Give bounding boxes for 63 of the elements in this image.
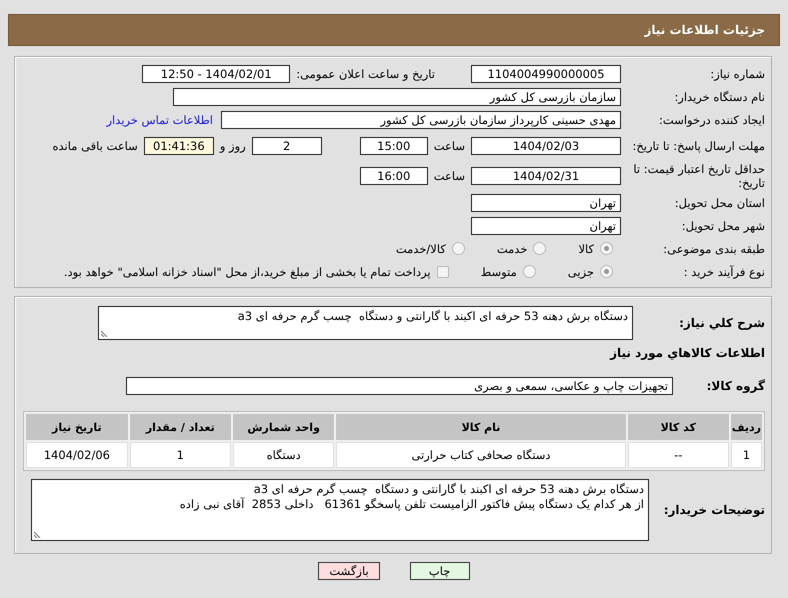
radio-label: کالا (578, 242, 594, 256)
field-label: نوع فرآیند خرید : (682, 264, 765, 278)
column-header: تعداد / مقدار (130, 414, 231, 440)
radio-label: کالا/خدمت (396, 242, 446, 256)
column-header: کد کالا (628, 414, 729, 440)
contact-link[interactable]: اطلاعات تماس خریدار (106, 112, 213, 126)
resize-grip-icon[interactable] (101, 329, 109, 337)
text-field[interactable]: تجهیزات چاپ و عکاسی، سمعی و بصری (126, 376, 673, 394)
field-label: ساعت (434, 169, 465, 183)
radio-button[interactable] (452, 242, 465, 255)
radio-button[interactable] (600, 242, 613, 255)
text-field[interactable]: 1404/02/03 (471, 137, 621, 155)
text-field[interactable]: 1104004990000005 (471, 64, 621, 82)
print-button[interactable]: چاپ (410, 562, 470, 580)
back-button[interactable]: بازگشت (318, 562, 380, 580)
section-heading: اطلاعات کالاهاي مورد نياز (608, 345, 766, 360)
text-field[interactable]: تهران (471, 194, 621, 212)
column-header: نام کالا (336, 414, 626, 440)
field-label: توضیحات خریدار: (662, 503, 765, 517)
radio-button[interactable] (600, 265, 613, 278)
radio-label: خدمت (496, 242, 528, 256)
field-label: نام دستگاه خریدار: (673, 90, 765, 104)
radio-button[interactable] (522, 265, 536, 278)
text-field[interactable]: 1404/02/31 (471, 167, 621, 185)
field-label: ایجاد کننده درخواست: (658, 112, 765, 126)
summary-field[interactable]: دستگاه برش دهنه 53 حرفه ای اکبند با گارانتی و دستگاه چسب گرم حرفه ای a3 (98, 306, 633, 340)
table-cell: 1 (730, 442, 762, 468)
text-field[interactable]: 1404/02/01 - 12:50 (142, 64, 290, 82)
field-label: ساعت باقی مانده (52, 139, 138, 153)
field-label: گروه کالا: (706, 378, 765, 392)
field-label: استان محل تحویل: (674, 196, 765, 210)
field-label: شماره نیاز: (709, 66, 765, 80)
field-label: ساعت (434, 139, 465, 153)
radio-label: جزیی (568, 264, 594, 278)
table-cell: 1404/02/06 (26, 442, 128, 468)
radio-button[interactable] (533, 242, 546, 255)
table-cell: 1 (130, 442, 231, 468)
field-label: حداقل تاریخ اعتبار قیمت: تا تاریخ: (632, 162, 765, 190)
field-label: طبقه بندی موضوعی: (662, 242, 765, 256)
text-field[interactable]: سازمان بازرسی کل کشور (173, 88, 621, 106)
column-header: تاریخ نیاز (26, 414, 128, 440)
text-field[interactable]: 01:41:36 (144, 137, 214, 155)
notes-field[interactable]: دستگاه برش دهنه 53 حرفه ای اکبند با گارانتی و دستگاه چسب گرم حرفه ای a3 از هر کدام یک دستگاه پیش فاکتور الزامیست تلفن پاسخگو 61361 داخلی 2853 آقای نبی زاده (31, 479, 649, 541)
resize-grip-icon[interactable] (34, 530, 42, 538)
text-field[interactable]: مهدی حسینی کارپرداز سازمان بازرسی کل کشور (221, 110, 621, 128)
field-label: تاریخ و ساعت اعلان عمومی: (296, 66, 435, 80)
field-label: مهلت ارسال پاسخ: تا تاریخ: (631, 139, 765, 153)
text-field[interactable]: 2 (252, 137, 322, 155)
table-cell: دستگاه صحافی کتاب حرارتی (336, 442, 626, 468)
text-field[interactable]: 15:00 (360, 137, 428, 155)
page-header: جزئیات اطلاعات نیاز (8, 14, 780, 46)
field-label: روز و (220, 139, 246, 153)
text-field[interactable]: 16:00 (360, 167, 428, 185)
column-header: ردیف (730, 414, 762, 440)
table-cell: دستگاه (232, 442, 334, 468)
table-cell: -- (628, 442, 729, 468)
field-label: شهر محل تحویل: (680, 218, 765, 232)
text-field[interactable]: تهران (471, 216, 621, 234)
column-header: واحد شمارش (232, 414, 334, 440)
checkbox[interactable] (436, 266, 449, 278)
checkbox-label: پرداخت تمام یا بخشی از مبلغ خرید،از محل "اسناد خزانه اسلامی" خواهد بود. (64, 264, 431, 278)
field-label: شرح کلي نياز: (678, 316, 765, 330)
radio-label: متوسط (480, 264, 517, 278)
